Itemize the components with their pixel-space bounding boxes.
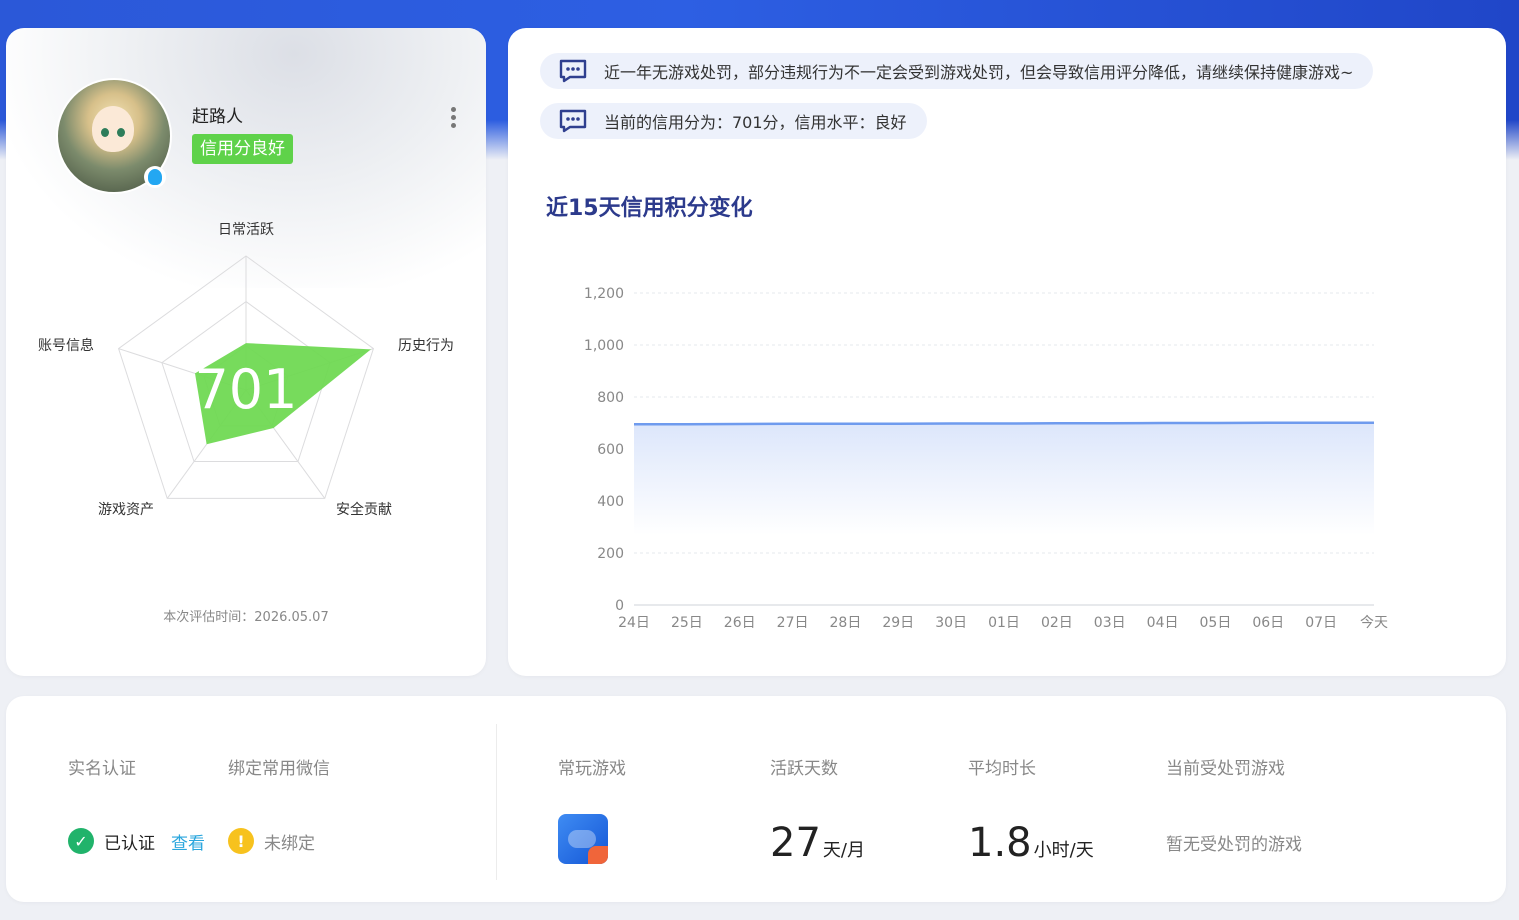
avg-duration-unit: 小时/天 [1033, 840, 1094, 861]
notice-penalty: 近一年无游戏处罚，部分违规行为不一定会受到游戏处罚，但会导致信用评分降低，请继续… [540, 53, 1374, 89]
realname-label: 实名认证 [68, 759, 136, 779]
avg-duration: 1.8 小时/天 [968, 820, 1094, 866]
credit-line-chart: 02004006008001,0001,200 24日 25日 26日 27日 28日 2… [584, 286, 1388, 631]
realname-status: ✓ 已认证 查看 [68, 828, 205, 854]
x-tick-label: 28日 [830, 615, 862, 631]
qq-icon [144, 166, 166, 188]
x-tick-label: 29日 [882, 615, 914, 631]
wechat-label: 绑定常用微信 [228, 759, 330, 779]
chat-icon [559, 59, 587, 83]
x-tick-label: 03日 [1094, 615, 1126, 631]
wechat-status: ! 未绑定 [228, 828, 315, 854]
chart-title: 近15天信用积分变化 [546, 196, 753, 221]
credit-chart-card: 近一年无游戏处罚，部分违规行为不一定会受到游戏处罚，但会导致信用评分降低，请继续… [508, 28, 1506, 676]
notice-penalty-text: 近一年无游戏处罚，部分违规行为不一定会受到游戏处罚，但会导致信用评分降低，请继续… [604, 63, 1354, 82]
x-tick-label: 07日 [1305, 615, 1337, 631]
radar-label-assets: 游戏资产 [98, 502, 154, 518]
x-tick-label: 05日 [1200, 615, 1232, 631]
radar-label-security: 安全贡献 [336, 501, 392, 518]
active-days-value: 27 [770, 820, 821, 866]
more-icon[interactable] [446, 104, 460, 134]
radar-chart: 701 日常活跃 历史行为 安全贡献 游戏资产 账号信息 [38, 222, 454, 518]
profile-card: 赶路人 信用分良好 701 日常活跃 历史行为 安全贡献 游戏资产 账号信息 本… [6, 28, 486, 676]
x-tick-label: 今天 [1360, 615, 1388, 631]
active-days: 27 天/月 [770, 820, 865, 866]
divider [496, 724, 497, 880]
wechat-status-text: 未绑定 [264, 833, 315, 854]
series-area [634, 422, 1374, 535]
notice-score: 当前的信用分为：701分，信用水平：良好 [540, 103, 927, 139]
x-tick-label: 04日 [1147, 615, 1179, 631]
y-tick-label: 200 [597, 546, 624, 562]
y-tick-label: 1,000 [584, 338, 624, 354]
view-link[interactable]: 查看 [171, 829, 205, 854]
y-tick-label: 400 [597, 494, 624, 510]
game-icon[interactable] [558, 814, 608, 864]
radar-label-account: 账号信息 [38, 337, 94, 354]
penalty-label: 当前受处罚游戏 [1166, 759, 1285, 779]
radar-label-history: 历史行为 [398, 338, 454, 354]
avg-duration-value: 1.8 [968, 820, 1032, 866]
x-tick-label: 02日 [1041, 615, 1073, 631]
avg-duration-label: 平均时长 [968, 759, 1036, 779]
stats-card: 实名认证 绑定常用微信 ✓ 已认证 查看 ! 未绑定 常玩游戏 活跃天数 27 … [6, 696, 1506, 902]
avatar-face [92, 106, 134, 152]
active-days-label: 活跃天数 [770, 759, 838, 779]
x-axis-ticks: 24日 25日 26日 27日 28日 29日 30日 01日 02日 03日 04日 05日 06日 0… [618, 615, 1388, 631]
username: 赶路人 [192, 107, 243, 127]
active-days-unit: 天/月 [822, 840, 865, 861]
x-tick-label: 24日 [618, 615, 650, 631]
credit-score: 701 [194, 358, 297, 421]
y-axis-ticks: 0 200 400 600 800 1,000 1,200 [584, 286, 624, 614]
y-tick-label: 600 [597, 442, 624, 458]
eval-time: 本次评估时间：2026.05.07 [163, 610, 329, 625]
warning-icon: ! [228, 828, 254, 854]
radar-label-daily: 日常活跃 [218, 222, 274, 238]
game-label: 常玩游戏 [558, 759, 626, 779]
x-tick-label: 26日 [724, 615, 756, 631]
x-tick-label: 25日 [671, 615, 703, 631]
notice-score-text: 当前的信用分为：701分，信用水平：良好 [604, 113, 907, 132]
x-tick-label: 06日 [1252, 615, 1284, 631]
y-tick-label: 800 [597, 390, 624, 406]
x-tick-label: 30日 [935, 615, 967, 631]
y-tick-label: 1,200 [584, 286, 624, 302]
check-icon: ✓ [68, 828, 94, 854]
penalty-value: 暂无受处罚的游戏 [1166, 835, 1302, 855]
chat-icon [559, 109, 587, 133]
x-tick-label: 27日 [777, 615, 809, 631]
x-tick-label: 01日 [988, 615, 1020, 631]
credit-tag: 信用分良好 [192, 134, 293, 164]
y-tick-label: 0 [615, 598, 624, 614]
realname-status-text: 已认证 [104, 833, 155, 854]
